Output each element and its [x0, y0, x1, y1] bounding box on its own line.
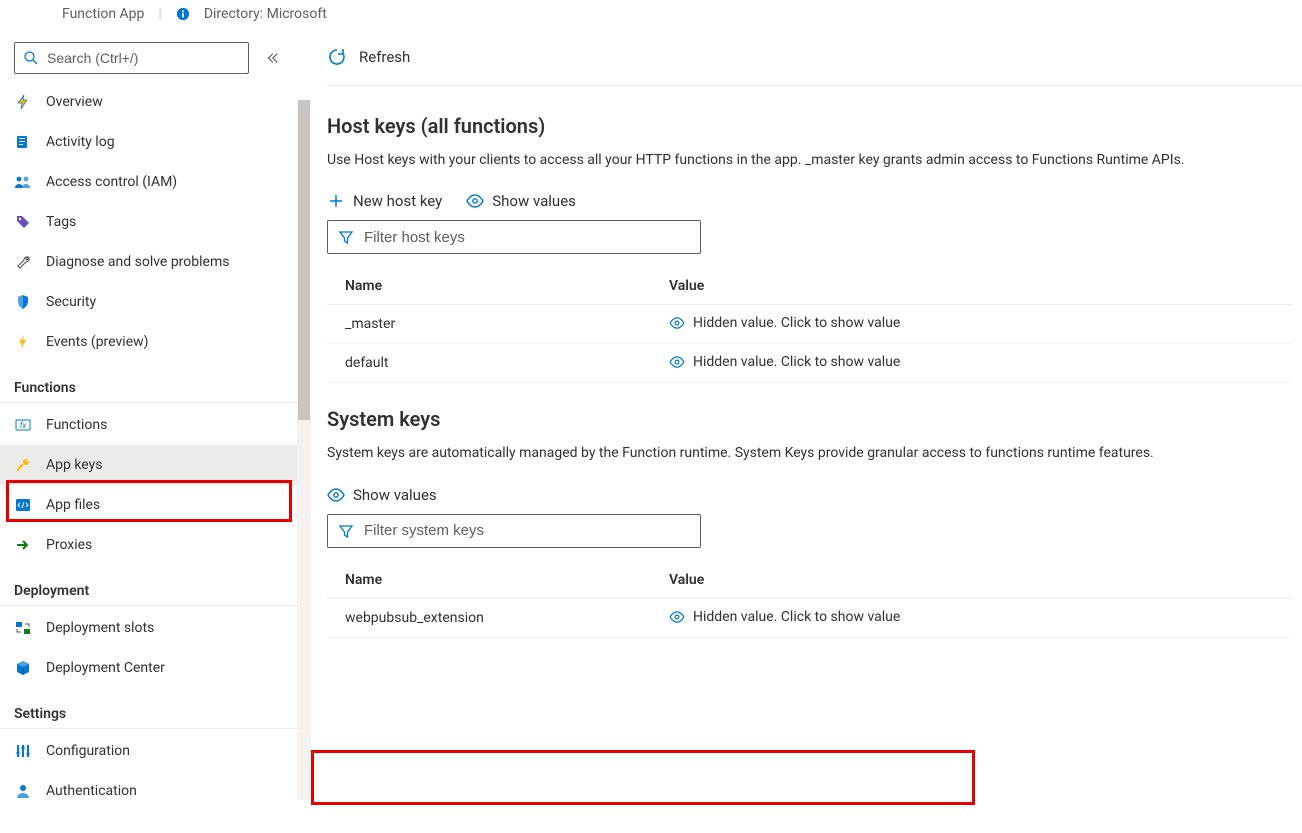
- sidebar-item-label: App keys: [46, 457, 102, 473]
- sidebar-item-activity-log[interactable]: Activity log: [0, 122, 297, 162]
- sidebar-item-label: Overview: [46, 94, 103, 110]
- collapse-sidebar-button[interactable]: [261, 47, 283, 69]
- content-pane: Refresh Host keys (all functions) Use Ho…: [297, 28, 1302, 833]
- separator: |: [158, 6, 161, 22]
- sidebar-item-label: Access control (IAM): [46, 174, 177, 190]
- sliders-icon: [14, 742, 32, 760]
- sidebar-item-proxies[interactable]: Proxies: [0, 525, 297, 565]
- eye-icon: [327, 488, 345, 502]
- log-icon: [14, 133, 32, 151]
- host-keys-description: Use Host keys with your clients to acces…: [327, 150, 1287, 170]
- table-row[interactable]: default Hidden value. Click to show valu…: [327, 344, 1292, 383]
- resource-type: Function App: [62, 6, 144, 22]
- col-name: Name: [327, 562, 657, 599]
- sidebar-item-label: Activity log: [46, 134, 115, 150]
- sidebar-item-label: Functions: [46, 417, 107, 433]
- eye-icon: [669, 317, 685, 329]
- sidebar-section-functions: Functions: [0, 362, 297, 403]
- sidebar-item-authentication[interactable]: Authentication: [0, 771, 297, 811]
- sidebar-item-app-files[interactable]: App files: [0, 485, 297, 525]
- system-keys-section: System keys System keys are automaticall…: [327, 383, 1302, 637]
- host-keys-section: Host keys (all functions) Use Host keys …: [327, 86, 1302, 383]
- filter-icon: [338, 523, 354, 539]
- key-icon: [14, 456, 32, 474]
- tag-icon: [14, 213, 32, 231]
- eye-icon: [669, 611, 685, 623]
- sidebar-item-label: App files: [46, 497, 100, 513]
- sidebar-item-configuration[interactable]: Configuration: [0, 731, 297, 771]
- show-value-link[interactable]: Hidden value. Click to show value: [669, 315, 900, 331]
- sidebar-search[interactable]: [14, 42, 249, 74]
- col-name: Name: [327, 268, 657, 305]
- person-icon: [14, 782, 32, 800]
- plus-icon: [327, 192, 345, 210]
- breadcrumb-header: Function App | Directory: Microsoft: [0, 0, 1302, 28]
- info-icon: [176, 7, 190, 21]
- search-input[interactable]: [47, 50, 240, 66]
- filter-host-keys-input[interactable]: [364, 229, 690, 246]
- system-keys-title: System keys: [327, 407, 1292, 431]
- filter-system-keys-input[interactable]: [364, 522, 690, 539]
- sidebar-item-access-control[interactable]: Access control (IAM): [0, 162, 297, 202]
- refresh-button[interactable]: Refresh: [359, 48, 410, 66]
- sidebar-item-app-keys[interactable]: App keys: [0, 445, 297, 485]
- sidebar-item-label: Deployment slots: [46, 620, 154, 636]
- sidebar-item-security[interactable]: Security: [0, 282, 297, 322]
- search-icon: [23, 50, 39, 66]
- arrow-icon: [14, 536, 32, 554]
- sidebar-item-overview[interactable]: Overview: [0, 82, 297, 122]
- system-keys-description: System keys are automatically managed by…: [327, 443, 1287, 463]
- refresh-icon: [327, 47, 347, 67]
- show-value-link[interactable]: Hidden value. Click to show value: [669, 354, 900, 370]
- bolt-icon: [14, 333, 32, 351]
- sidebar-nav-main: Overview Activity log Access control (IA…: [0, 82, 297, 362]
- sidebar-item-label: Configuration: [46, 743, 130, 759]
- svg-text:fx: fx: [20, 421, 27, 430]
- people-icon: [14, 173, 32, 191]
- system-keys-table: Name Value webpubsub_extension Hidden va…: [327, 562, 1292, 638]
- table-row[interactable]: webpubsub_extension Hidden value. Click …: [327, 598, 1292, 637]
- sidebar-item-events[interactable]: Events (preview): [0, 322, 297, 362]
- highlight-system-key-row: [311, 750, 975, 805]
- sidebar-item-label: Deployment Center: [46, 660, 165, 676]
- filter-icon: [338, 229, 354, 245]
- sidebar: Overview Activity log Access control (IA…: [0, 28, 297, 833]
- lightning-icon: [14, 93, 32, 111]
- new-host-key-button[interactable]: New host key: [327, 192, 442, 210]
- show-value-link[interactable]: Hidden value. Click to show value: [669, 609, 900, 625]
- resource-icon: [22, 0, 44, 2]
- box-icon: [14, 659, 32, 677]
- sidebar-section-deployment: Deployment: [0, 565, 297, 606]
- sidebar-item-tags[interactable]: Tags: [0, 202, 297, 242]
- sidebar-item-label: Diagnose and solve problems: [46, 254, 229, 270]
- sidebar-item-label: Security: [46, 294, 96, 310]
- eye-icon: [669, 356, 685, 368]
- host-keys-table: Name Value _master Hidden value. Click t…: [327, 268, 1292, 383]
- col-value: Value: [657, 268, 1292, 305]
- fx-icon: fx: [14, 416, 32, 434]
- command-bar: Refresh: [327, 28, 1302, 86]
- sidebar-item-label: Events (preview): [46, 334, 149, 350]
- wrench-icon: [14, 253, 32, 271]
- eye-icon: [466, 194, 484, 208]
- sidebar-item-diagnose[interactable]: Diagnose and solve problems: [0, 242, 297, 282]
- table-row[interactable]: _master Hidden value. Click to show valu…: [327, 305, 1292, 344]
- sidebar-item-label: Authentication: [46, 783, 137, 799]
- col-value: Value: [657, 562, 1292, 599]
- directory-label: Directory: Microsoft: [204, 6, 327, 22]
- slots-icon: [14, 619, 32, 637]
- filter-system-keys[interactable]: [327, 514, 701, 548]
- show-system-values-button[interactable]: Show values: [327, 486, 437, 504]
- code-icon: [14, 496, 32, 514]
- sidebar-item-deployment-slots[interactable]: Deployment slots: [0, 608, 297, 648]
- host-keys-title: Host keys (all functions): [327, 114, 1292, 138]
- sidebar-item-label: Tags: [46, 214, 76, 230]
- sidebar-section-settings: Settings: [0, 688, 297, 729]
- shield-icon: [14, 293, 32, 311]
- sidebar-item-deployment-center[interactable]: Deployment Center: [0, 648, 297, 688]
- sidebar-item-functions[interactable]: fx Functions: [0, 405, 297, 445]
- sidebar-item-label: Proxies: [46, 537, 92, 553]
- show-host-values-button[interactable]: Show values: [466, 192, 576, 210]
- filter-host-keys[interactable]: [327, 220, 701, 254]
